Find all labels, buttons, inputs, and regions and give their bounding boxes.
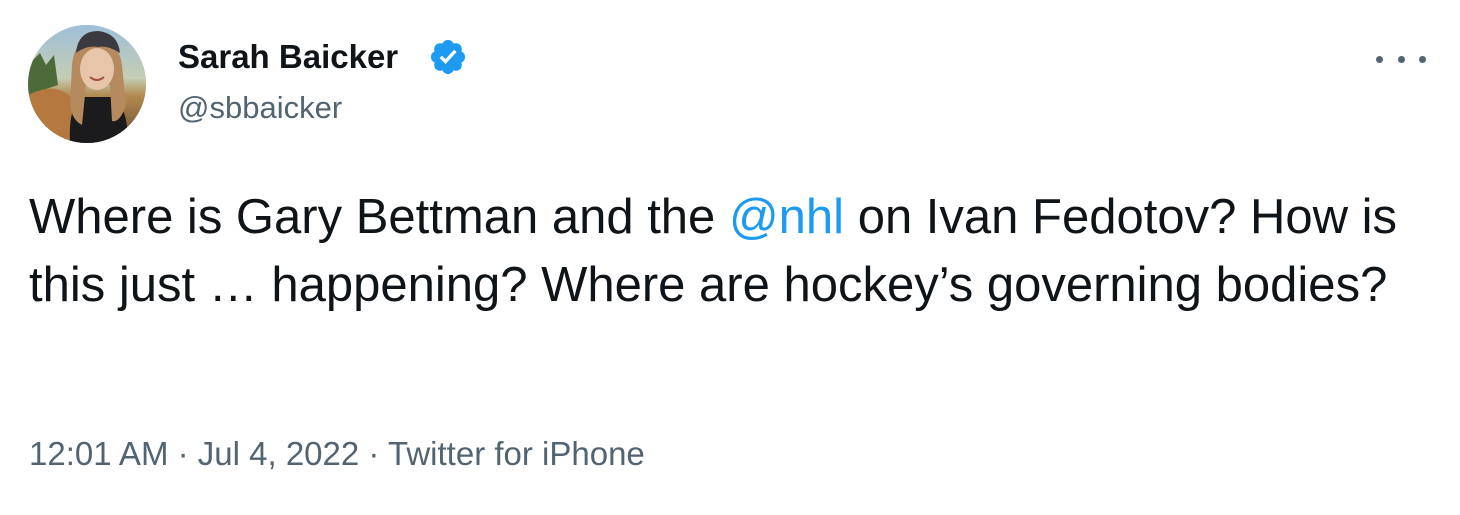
tweet-source[interactable]: Twitter for iPhone (388, 435, 645, 472)
author-name[interactable]: Sarah Baicker (178, 36, 398, 78)
more-dot (1397, 55, 1405, 63)
tweet-time[interactable]: 12:01 AM (29, 435, 168, 472)
tweet-card: Sarah Baicker @sbbaicker Where is Gary B… (0, 0, 1460, 515)
verified-badge-icon (430, 39, 466, 75)
more-options-icon[interactable] (1376, 44, 1426, 74)
tweet-text-part: Where is Gary Bettman and the (29, 190, 729, 244)
more-dot (1376, 55, 1383, 63)
author-handle[interactable]: @sbbaicker (178, 88, 342, 128)
author-avatar[interactable] (28, 25, 146, 143)
avatar-photo-icon (28, 25, 146, 143)
meta-separator: · (368, 435, 380, 472)
mention-link[interactable]: @nhl (729, 190, 844, 244)
tweet-metadata: 12:01 AM · Jul 4, 2022 · Twitter for iPh… (29, 433, 645, 475)
tweet-text: Where is Gary Bettman and the @nhl on Iv… (29, 183, 1439, 319)
meta-separator: · (177, 435, 189, 472)
tweet-date[interactable]: Jul 4, 2022 (198, 435, 359, 472)
more-dot (1419, 55, 1426, 63)
